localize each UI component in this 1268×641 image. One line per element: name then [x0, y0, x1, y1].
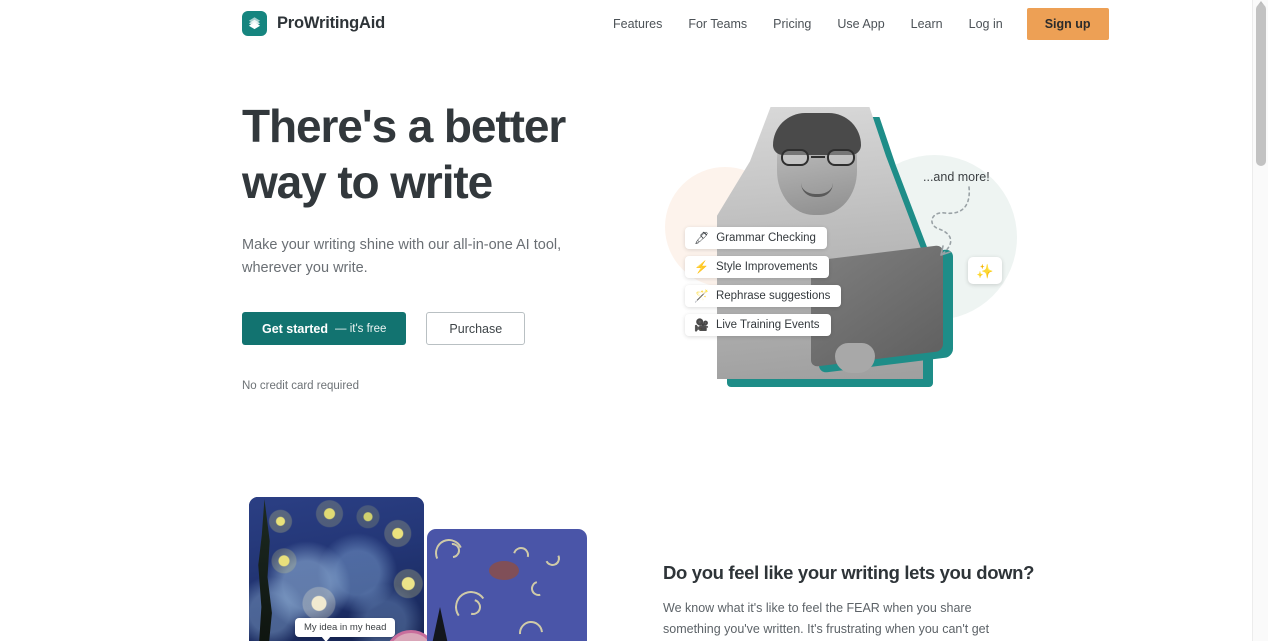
- nav-item-features[interactable]: Features: [600, 0, 675, 48]
- lower-section-paragraph: We know what it's like to feel the FEAR …: [663, 601, 990, 636]
- nav-item-use-app[interactable]: Use App: [824, 0, 897, 48]
- get-started-label: Get started: [262, 321, 328, 336]
- page-title: There's a better way to write: [242, 98, 642, 210]
- swirl-doodle: [528, 578, 549, 599]
- person-hand: [835, 343, 875, 373]
- magic-wand-icon: 🪄: [694, 289, 709, 303]
- brand-name: ProWritingAid: [277, 14, 386, 32]
- hero-copy: There's a better way to write Make your …: [242, 98, 642, 392]
- chip-grammar-checking[interactable]: 🖋 Grammar Checking: [685, 227, 827, 249]
- nav-item-log-in[interactable]: Log in: [956, 0, 1016, 48]
- page-scrollbar[interactable]: [1252, 0, 1268, 641]
- no-credit-card-note: No credit card required: [242, 380, 359, 392]
- feature-chip-list: 🖋 Grammar Checking ⚡ Style Improvements …: [685, 227, 842, 343]
- stacked-pages-logo-icon: [242, 11, 267, 36]
- chip-label: Style Improvements: [715, 261, 818, 273]
- swirl-doodle: [514, 616, 548, 641]
- nav-item-for-teams[interactable]: For Teams: [675, 0, 760, 48]
- dotted-curly-arrow-icon: [931, 186, 970, 256]
- scrollbar-thumb[interactable]: [1256, 4, 1266, 166]
- lightning-bolt-icon: ⚡: [694, 260, 709, 274]
- hero-cta-row: Get started — it's free Purchase: [242, 312, 642, 345]
- chip-label: Rephrase suggestions: [715, 290, 831, 302]
- chip-label: Grammar Checking: [716, 232, 816, 244]
- hero-subtitle: Make your writing shine with our all-in-…: [242, 237, 562, 276]
- hero-title-line-2: way to write: [242, 156, 493, 208]
- nav-item-pricing[interactable]: Pricing: [760, 0, 824, 48]
- crude-sketch-panel: [427, 529, 587, 641]
- site-header: ProWritingAid Features For Teams Pricing…: [0, 0, 1252, 48]
- get-started-free-suffix: — it's free: [335, 322, 387, 335]
- hero-illustration: ✨ ...and more! 🖋 Grammar Checking ⚡ Styl…: [655, 95, 1025, 395]
- brand-logo-link[interactable]: ProWritingAid: [242, 11, 385, 36]
- chip-rephrase-suggestions[interactable]: 🪄 Rephrase suggestions: [685, 285, 842, 307]
- chip-style-improvements[interactable]: ⚡ Style Improvements: [685, 256, 829, 278]
- chip-label: Live Training Events: [715, 319, 820, 331]
- nav-item-learn[interactable]: Learn: [898, 0, 956, 48]
- red-blob-doodle: [489, 561, 519, 580]
- swirl-doodle: [542, 548, 563, 569]
- hero-title-line-1: There's a better: [242, 100, 566, 152]
- video-camera-icon: 🎥: [694, 318, 709, 332]
- purchase-button[interactable]: Purchase: [426, 312, 526, 345]
- sketch-cypress-tree: [431, 607, 449, 641]
- glasses-icon: [781, 149, 855, 166]
- main-navigation: Features For Teams Pricing Use App Learn…: [600, 0, 1109, 48]
- feather-pen-icon: 🖋: [694, 231, 710, 245]
- lower-section: Do you feel like your writing lets you d…: [663, 562, 1035, 641]
- chip-live-training-events[interactable]: 🎥 Live Training Events: [685, 314, 831, 336]
- sign-up-button[interactable]: Sign up: [1026, 7, 1109, 41]
- landing-page: ProWritingAid Features For Teams Pricing…: [0, 0, 1268, 641]
- lower-section-heading: Do you feel like your writing lets you d…: [663, 562, 1035, 583]
- idea-tooltip: My idea in my head: [295, 618, 396, 641]
- get-started-button[interactable]: Get started — it's free: [242, 312, 407, 345]
- and-more-annotation: ...and more!: [923, 170, 990, 184]
- starry-night-painting: My idea in my head: [249, 497, 424, 641]
